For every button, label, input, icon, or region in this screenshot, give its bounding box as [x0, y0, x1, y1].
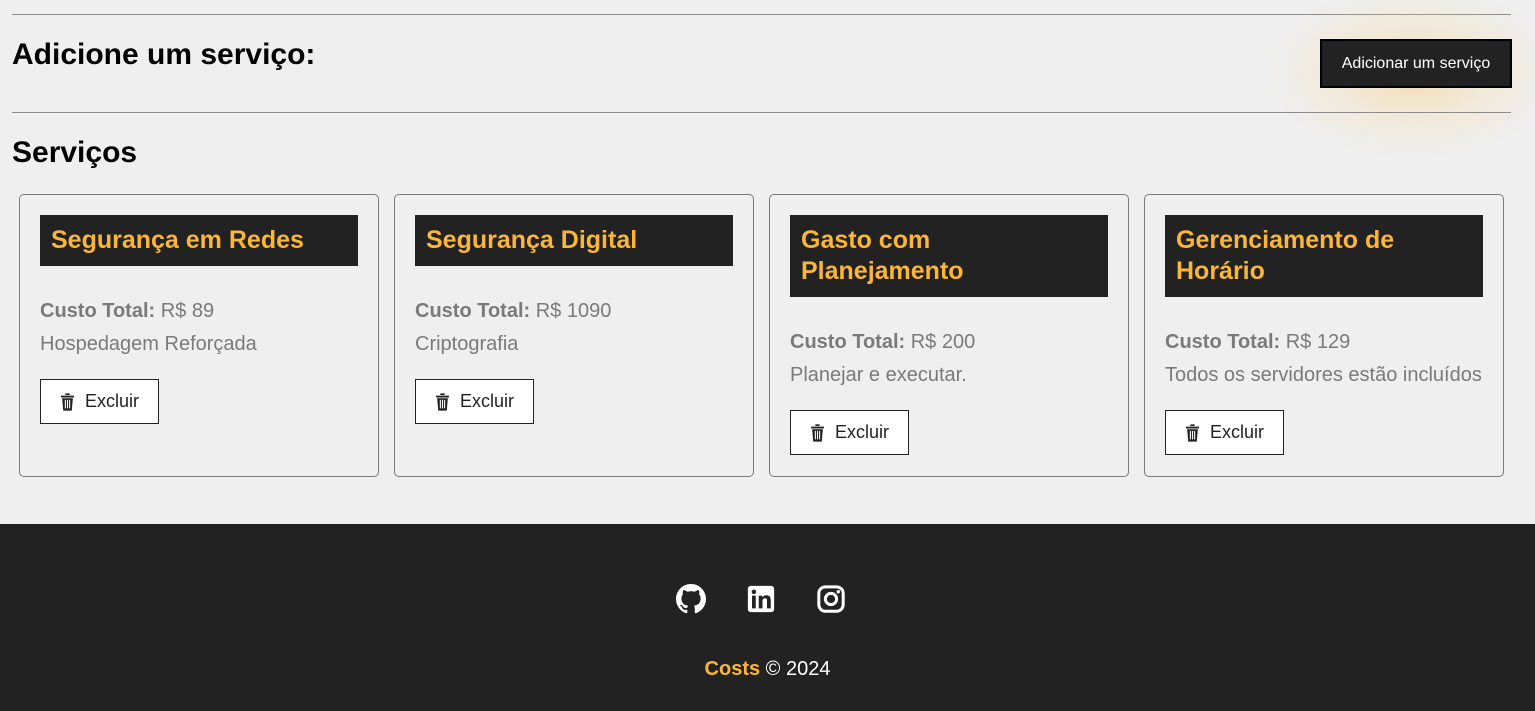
- delete-label: Excluir: [459, 391, 514, 411]
- service-card-description: Hospedagem Reforçada: [40, 333, 257, 355]
- delete-service-button[interactable]: Excluir: [40, 379, 159, 424]
- service-card-description: Todos os servidores estão incluídos: [1165, 364, 1482, 386]
- instagram-icon[interactable]: [816, 584, 846, 614]
- linkedin-icon[interactable]: [746, 584, 776, 614]
- copyright: Costs © 2024: [0, 658, 1535, 681]
- services-heading: Serviços: [12, 136, 138, 169]
- service-card-title: Gerenciamento de Horário: [1165, 215, 1483, 297]
- service-card-title: Segurança em Redes: [40, 215, 358, 266]
- brand-name: Costs: [704, 658, 761, 680]
- service-card: Segurança em Redes Custo Total: R$ 89 Ho…: [19, 194, 379, 477]
- social-links: [676, 584, 846, 614]
- cost-value: R$ 89: [160, 300, 215, 322]
- cost-value: R$ 1090: [535, 300, 612, 322]
- services-list: Segurança em Redes Custo Total: R$ 89 Ho…: [19, 194, 1504, 477]
- trash-icon: [436, 392, 449, 411]
- service-card-cost: Custo Total: R$ 1090: [415, 299, 733, 323]
- footer: Costs © 2024: [0, 524, 1535, 711]
- service-card-description: Planejar e executar.: [790, 364, 967, 386]
- service-card: Segurança Digital Custo Total: R$ 1090 C…: [394, 194, 754, 477]
- middle-divider: [12, 112, 1511, 113]
- cost-value: R$ 129: [1285, 331, 1351, 353]
- delete-label: Excluir: [1209, 422, 1264, 442]
- trash-icon: [1186, 423, 1199, 442]
- copyright-text: © 2024: [760, 658, 831, 680]
- delete-service-button[interactable]: Excluir: [415, 379, 534, 424]
- github-icon[interactable]: [676, 584, 706, 614]
- delete-label: Excluir: [834, 422, 889, 442]
- delete-label: Excluir: [84, 391, 139, 411]
- cost-label: Custo Total:: [40, 300, 156, 322]
- service-card: Gasto com Planejamento Custo Total: R$ 2…: [769, 194, 1129, 477]
- cost-label: Custo Total:: [790, 331, 906, 353]
- delete-service-button[interactable]: Excluir: [1165, 410, 1284, 455]
- add-service-heading: Adicione um serviço:: [12, 38, 316, 71]
- trash-icon: [61, 392, 74, 411]
- trash-icon: [811, 423, 824, 442]
- cost-label: Custo Total:: [1165, 331, 1281, 353]
- service-card-title: Segurança Digital: [415, 215, 733, 266]
- service-card: Gerenciamento de Horário Custo Total: R$…: [1144, 194, 1504, 477]
- add-service-button[interactable]: Adicionar um serviço: [1320, 39, 1512, 88]
- service-card-cost: Custo Total: R$ 89: [40, 299, 358, 323]
- service-card-cost: Custo Total: R$ 200: [790, 330, 1108, 354]
- cost-value: R$ 200: [910, 331, 976, 353]
- delete-service-button[interactable]: Excluir: [790, 410, 909, 455]
- service-card-description: Criptografia: [415, 333, 519, 355]
- service-card-title: Gasto com Planejamento: [790, 215, 1108, 297]
- cost-label: Custo Total:: [415, 300, 531, 322]
- service-card-cost: Custo Total: R$ 129: [1165, 330, 1483, 354]
